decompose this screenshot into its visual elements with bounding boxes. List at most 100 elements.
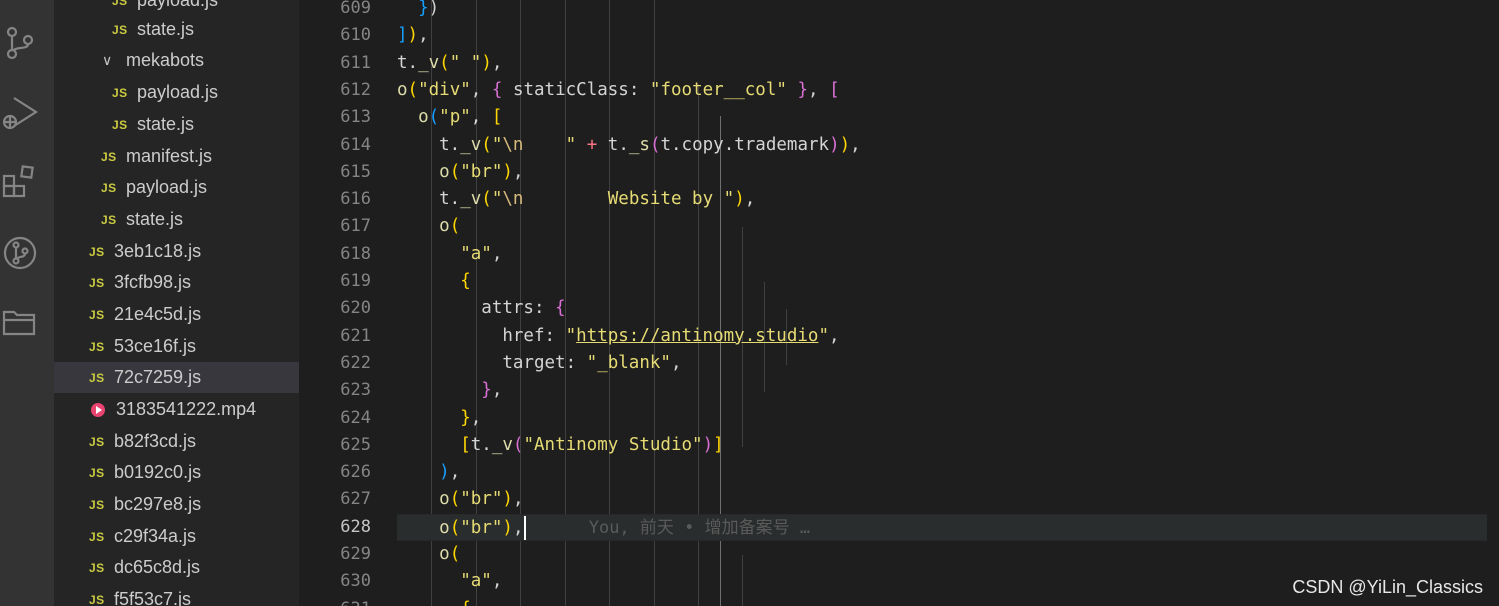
- run-debug-icon[interactable]: [0, 92, 40, 132]
- file-name: bc297e8.js: [114, 494, 202, 514]
- line-number: 620: [340, 298, 371, 319]
- js-file-icon: JS: [112, 0, 128, 8]
- js-file-icon: JS: [89, 529, 105, 544]
- file-name: payload.js: [126, 177, 208, 197]
- line-number: 627: [340, 489, 371, 510]
- watermark: CSDN @YiLin_Classics: [1292, 577, 1483, 597]
- file-name: manifest.js: [126, 146, 213, 166]
- code-editor[interactable]: 609 610 611 612 613 614 615 616 617 618 619 620 621 6…: [299, 0, 1499, 606]
- js-file-icon: JS: [89, 497, 105, 512]
- file-item[interactable]: JS f5f53c7.js: [54, 584, 299, 606]
- js-file-icon: JS: [112, 117, 128, 132]
- file-name: b0192c0.js: [114, 462, 202, 482]
- file-name: state.js: [137, 19, 195, 39]
- file-item[interactable]: JS b0192c0.js: [54, 457, 299, 488]
- file-name: f5f53c7.js: [114, 589, 192, 606]
- git-graph-icon[interactable]: [0, 232, 40, 272]
- code-area[interactable]: })]), t._v(" "), o("div", { staticClass: "…: [397, 0, 1499, 606]
- line-number: 617: [340, 216, 371, 237]
- line-number: 628: [340, 516, 371, 537]
- line-number: 630: [340, 571, 371, 592]
- code-line[interactable]: href: "https://antinomy.studio",: [397, 323, 1487, 350]
- code-line[interactable]: "a",: [397, 241, 1487, 268]
- line-number: 624: [340, 407, 371, 428]
- line-number: 625: [340, 434, 371, 455]
- git-blame-annotation: You, 前天 • 增加备案号 …: [588, 517, 811, 538]
- file-item[interactable]: JS 3eb1c18.js: [54, 236, 299, 267]
- code-line-current[interactable]: o("br"), You, 前天 • 增加备案号 …: [397, 513, 1487, 541]
- extensions-icon[interactable]: [0, 162, 40, 202]
- code-line[interactable]: t._v("\n Website by "),: [397, 186, 1487, 213]
- file-item[interactable]: JS bc297e8.js: [54, 489, 299, 520]
- explorer-panel: JS payload.js JS state.js ∨ mekabots JS payl…: [54, 0, 299, 606]
- file-item[interactable]: JS b82f3cd.js: [54, 426, 299, 457]
- code-line[interactable]: o("p", [: [397, 104, 1487, 131]
- file-name: 21e4c5d.js: [114, 304, 202, 324]
- code-line[interactable]: },: [397, 377, 1487, 404]
- code-line[interactable]: o("div", { staticClass: "footer__col" },…: [397, 77, 1487, 104]
- code-line[interactable]: target: "_blank",: [397, 350, 1487, 377]
- line-number: 614: [340, 134, 371, 155]
- code-line[interactable]: ]),: [397, 22, 1487, 49]
- line-number: 616: [340, 189, 371, 210]
- code-line[interactable]: o(: [397, 541, 1487, 568]
- code-line[interactable]: o(: [397, 213, 1487, 240]
- js-file-icon: JS: [112, 22, 128, 37]
- file-name: b82f3cd.js: [114, 431, 197, 451]
- file-name: payload.js: [137, 82, 219, 102]
- folder-icon[interactable]: [0, 302, 40, 342]
- file-item[interactable]: JS state.js: [54, 109, 299, 140]
- activity-bar: [0, 0, 54, 606]
- code-line[interactable]: t._v(" "),: [397, 50, 1487, 77]
- js-file-icon: JS: [89, 339, 105, 354]
- code-line[interactable]: o("br"),: [397, 159, 1487, 186]
- source-control-icon[interactable]: [0, 22, 40, 62]
- line-number: 610: [340, 25, 371, 46]
- file-name: 3183541222.mp4: [116, 399, 257, 419]
- code-line[interactable]: ),: [397, 459, 1487, 486]
- file-item[interactable]: JS state.js: [54, 14, 299, 45]
- file-item[interactable]: JS 21e4c5d.js: [54, 299, 299, 330]
- chevron-down-icon: ∨: [102, 52, 113, 68]
- line-number-gutter: 609 610 611 612 613 614 615 616 617 618 619 620 621 6…: [299, 0, 409, 606]
- code-line[interactable]: [t._v("Antinomy Studio")]: [397, 432, 1487, 459]
- js-file-icon: JS: [101, 149, 117, 164]
- file-item[interactable]: JS 53ce16f.js: [54, 331, 299, 362]
- file-item[interactable]: JS state.js: [54, 204, 299, 235]
- file-item[interactable]: 3183541222.mp4: [54, 394, 299, 425]
- js-file-icon: JS: [89, 434, 105, 449]
- folder-name: mekabots: [126, 50, 205, 70]
- folder-item[interactable]: ∨ mekabots: [54, 45, 299, 76]
- code-line[interactable]: t._v("\n " + t._s(t.copy.trademark)),: [397, 132, 1487, 159]
- file-item[interactable]: JS dc65c8d.js: [54, 552, 299, 583]
- file-item[interactable]: JS c29f34a.js: [54, 521, 299, 552]
- file-item[interactable]: JS payload.js: [54, 172, 299, 203]
- code-line[interactable]: }): [397, 0, 1487, 22]
- line-number: 622: [340, 352, 371, 373]
- line-number: 631: [299, 596, 371, 606]
- code-line[interactable]: attrs: {: [397, 295, 1487, 322]
- line-number: 618: [340, 243, 371, 264]
- line-number: 612: [340, 79, 371, 100]
- code-line[interactable]: o("br"),: [397, 486, 1487, 513]
- line-number: 615: [340, 161, 371, 182]
- js-file-icon: JS: [89, 275, 105, 290]
- code-line[interactable]: },: [397, 405, 1487, 432]
- js-file-icon: JS: [101, 212, 117, 227]
- code-line[interactable]: {: [397, 268, 1487, 295]
- file-item[interactable]: JS payload.js: [54, 77, 299, 108]
- file-name: 3fcfb98.js: [114, 272, 192, 292]
- line-number: 609: [340, 0, 371, 18]
- line-number: 629: [340, 544, 371, 564]
- file-name: state.js: [126, 209, 184, 229]
- line-number: 621: [340, 325, 371, 346]
- line-number: 611: [340, 52, 371, 73]
- text-cursor: [523, 515, 526, 540]
- file-name: dc65c8d.js: [114, 557, 201, 577]
- js-file-icon: JS: [89, 307, 105, 322]
- file-item-selected[interactable]: JS 72c7259.js: [54, 362, 299, 393]
- file-item[interactable]: JS 3fcfb98.js: [54, 267, 299, 298]
- file-item[interactable]: JS manifest.js: [54, 141, 299, 172]
- file-name: 3eb1c18.js: [114, 241, 202, 261]
- file-name: payload.js: [137, 0, 219, 10]
